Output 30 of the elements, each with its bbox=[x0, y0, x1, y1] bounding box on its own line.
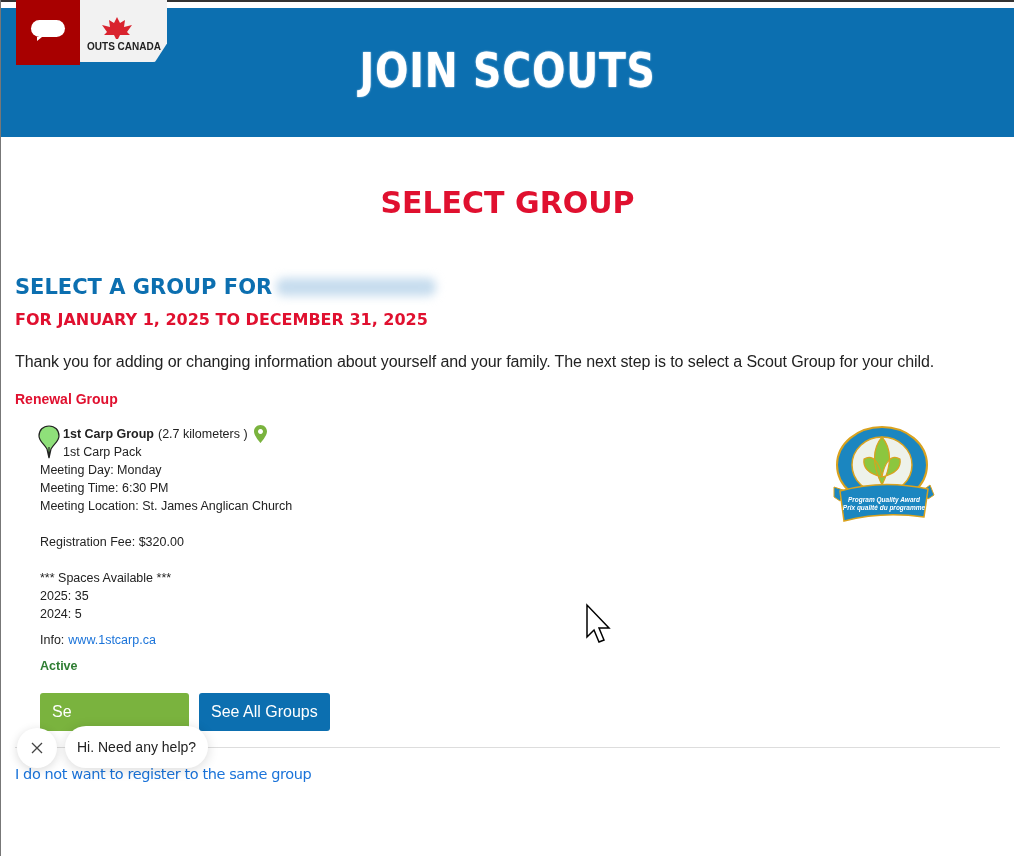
registration-fee: Registration Fee: $320.00 bbox=[40, 534, 185, 551]
spaces-count: 2024: 5 bbox=[40, 606, 83, 623]
group-name: 1st Carp Group bbox=[63, 426, 154, 443]
map-pin-icon[interactable] bbox=[253, 425, 267, 443]
intro-text: Thank you for adding or changing information about yourself and your family. The next step is to select a Scout Group for your child. bbox=[15, 352, 936, 372]
meeting-detail: Meeting Time: 6:30 PM bbox=[40, 480, 170, 497]
info-label: Info: bbox=[40, 632, 65, 649]
tooltip-close-button[interactable] bbox=[17, 728, 57, 768]
section-name: 1st Carp Pack bbox=[63, 444, 143, 461]
section-heading: SELECT A GROUP FOR bbox=[15, 274, 273, 301]
meeting-detail: Meeting Location: St. James Anglican Church bbox=[40, 498, 293, 515]
chat-button[interactable] bbox=[16, 0, 80, 65]
action-button[interactable]: See All Groups bbox=[199, 693, 330, 731]
group-distance: (2.7 kilometers ) bbox=[158, 426, 248, 443]
maple-leaf-icon bbox=[100, 16, 134, 39]
meeting-detail: Meeting Day: Monday bbox=[40, 462, 163, 479]
status-text: Active bbox=[40, 659, 79, 673]
page-title: SELECT GROUP bbox=[379, 184, 636, 222]
period-heading: FOR JANUARY 1, 2025 TO DECEMBER 31, 2025 bbox=[15, 309, 429, 331]
website-link[interactable]: www.1stcarp.ca bbox=[68, 631, 156, 649]
logo-text: OUTS CANADA bbox=[86, 40, 161, 52]
action-button[interactable]: Se bbox=[40, 693, 189, 731]
section-label: Renewal Group bbox=[15, 391, 119, 407]
map-pin-icon bbox=[38, 425, 60, 459]
spaces-title: *** Spaces Available *** bbox=[40, 570, 173, 587]
close-icon bbox=[31, 742, 43, 754]
mouse-cursor-icon bbox=[585, 603, 613, 645]
chat-tooltip[interactable]: Hi. Need any help? bbox=[65, 726, 209, 768]
opt-out-link[interactable]: I do not want to register to the same group bbox=[15, 766, 312, 782]
spaces-count: 2025: 35 bbox=[40, 588, 90, 605]
